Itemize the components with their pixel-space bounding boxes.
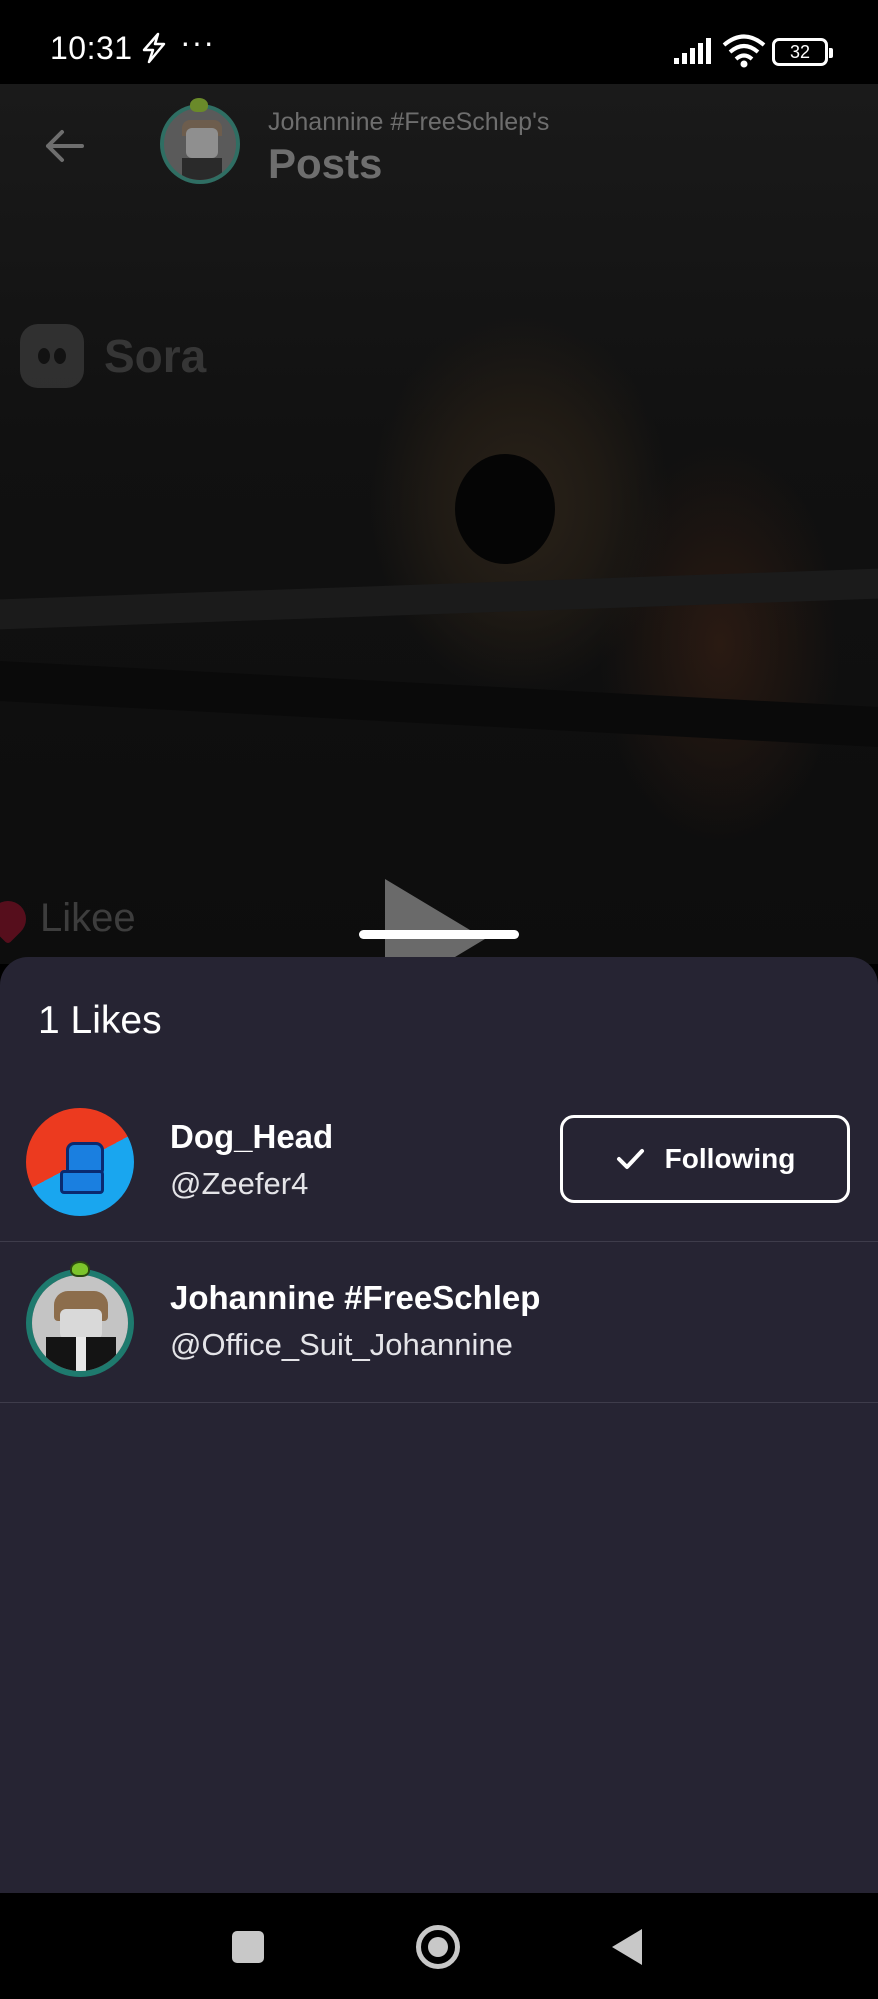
user-display-name[interactable]: Dog_Head [170, 1118, 333, 1156]
play-icon [385, 879, 485, 964]
profile-avatar[interactable] [160, 104, 240, 184]
avatar[interactable] [26, 1269, 134, 1377]
sora-watermark: Sora [20, 324, 206, 388]
sheet-drag-handle[interactable] [359, 930, 519, 939]
post-video-frame [0, 84, 878, 964]
user-display-name[interactable]: Johannine #FreeSchlep [170, 1279, 540, 1317]
likes-sheet: 1 Likes Dog_Head @Zeefer4 Following Joha… [0, 957, 878, 1893]
battery-icon: 32 [772, 38, 833, 66]
likee-logo-icon [0, 893, 34, 944]
page-title: Posts [268, 140, 383, 187]
following-button[interactable]: Following [560, 1115, 850, 1203]
wifi-icon [722, 34, 766, 68]
frog-badge-icon [70, 1261, 90, 1277]
post-video-subject [455, 454, 555, 564]
list-item[interactable]: Dog_Head @Zeefer4 Following [0, 1082, 878, 1242]
status-bar: 10:31 ··· 32 [0, 0, 878, 84]
check-icon [616, 1149, 644, 1169]
sora-watermark-text: Sora [104, 330, 207, 382]
signal-icon [674, 38, 711, 64]
header-subtitle: Johannine #FreeSchlep's [268, 108, 550, 136]
list-item[interactable]: Johannine #FreeSchlep @Office_Suit_Johan… [0, 1243, 878, 1403]
user-handle: @Zeefer4 [170, 1166, 309, 1201]
system-nav-bar [0, 1893, 878, 1999]
sora-logo-icon [20, 324, 84, 388]
likee-watermark: Likee [0, 893, 136, 944]
avatar[interactable] [26, 1108, 134, 1216]
back-icon[interactable] [612, 1929, 642, 1965]
recents-icon[interactable] [232, 1931, 264, 1963]
status-time: 10:31 [50, 30, 133, 66]
user-handle: @Office_Suit_Johannine [170, 1327, 513, 1362]
back-arrow-icon[interactable] [42, 124, 86, 168]
following-label: Following [664, 1143, 796, 1174]
post-header: Johannine #FreeSchlep's Posts [0, 84, 878, 214]
post-video-background: Sora [0, 84, 878, 964]
bolt-icon [142, 32, 166, 64]
likee-watermark-text: Likee [40, 896, 136, 940]
status-overflow: ··· [180, 24, 215, 60]
frog-badge-icon [190, 98, 208, 112]
likes-count-title: 1 Likes [38, 999, 162, 1042]
home-icon[interactable] [416, 1925, 460, 1969]
